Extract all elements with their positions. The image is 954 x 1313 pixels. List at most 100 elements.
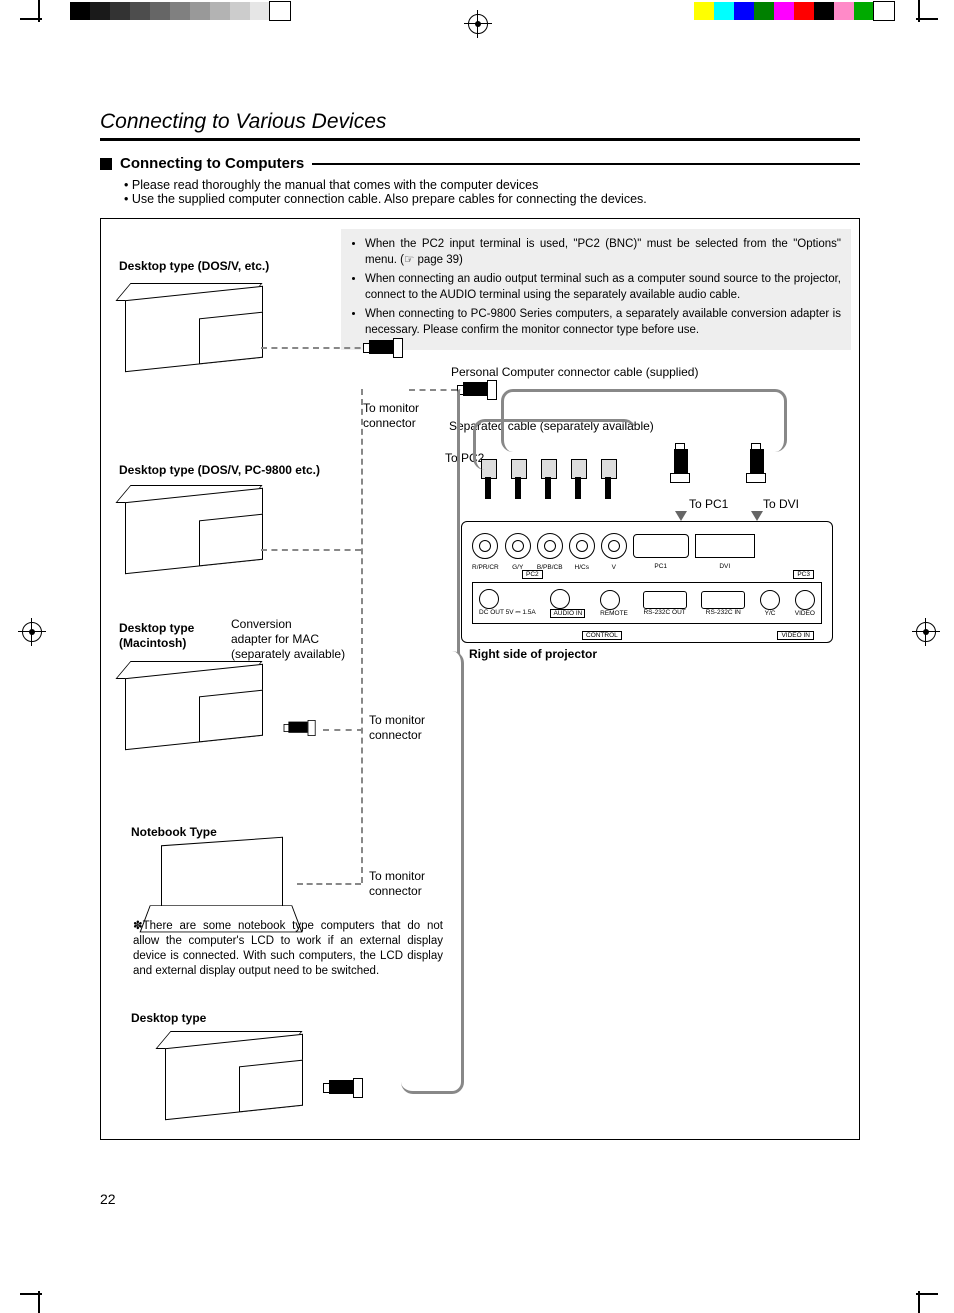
label-notebook: Notebook Type xyxy=(131,825,217,839)
vga-port-icon xyxy=(633,534,689,558)
dashed-cable xyxy=(323,729,363,731)
label-conversion-adapter: adapter for MAC xyxy=(231,632,319,646)
section-heading: Connecting to Computers xyxy=(120,155,304,172)
desktop-computer-icon xyxy=(159,1029,309,1119)
intro-bullet-list: Please read thoroughly the manual that c… xyxy=(124,178,860,206)
audio-jack-icon xyxy=(550,589,570,609)
remote-jack-icon xyxy=(600,590,620,610)
serial-port-icon xyxy=(643,591,687,609)
label-to-monitor: connector xyxy=(363,416,416,430)
color-swatch xyxy=(150,2,170,20)
color-swatch xyxy=(230,2,250,20)
note-box: When the PC2 input terminal is used, "PC… xyxy=(341,229,851,350)
label-conversion-adapter: Conversion xyxy=(231,617,292,631)
desktop-computer-icon xyxy=(119,483,269,573)
arrow-down-icon xyxy=(751,511,763,521)
page-title: Connecting to Various Devices xyxy=(100,110,860,134)
color-swatch xyxy=(70,2,90,20)
port-label: AUDIO IN xyxy=(550,609,585,618)
dashed-cable xyxy=(297,883,361,885)
label-desktop-pc9800: Desktop type (DOS/V, PC-9800 etc.) xyxy=(119,463,320,477)
color-swatch xyxy=(714,2,734,20)
color-swatch xyxy=(270,2,290,20)
crop-mark xyxy=(904,1279,934,1309)
color-swatch xyxy=(250,2,270,20)
desktop-computer-icon xyxy=(119,281,269,371)
svideo-jack-icon xyxy=(760,590,780,610)
port-label: R/PR/CR xyxy=(472,564,499,571)
color-swatch xyxy=(110,2,130,20)
bnc-jack-icon xyxy=(472,533,498,559)
label-desktop-mac: (Macintosh) xyxy=(119,636,186,650)
footnote-text: ✽There are some notebook type computers … xyxy=(133,919,443,979)
note-bullet: When connecting an audio output terminal… xyxy=(365,272,841,303)
color-swatch xyxy=(210,2,230,20)
color-swatch xyxy=(834,2,854,20)
arrow-down-icon xyxy=(675,511,687,521)
bnc-jack-icon xyxy=(505,533,531,559)
port-label: DC OUT 5V ⎓ 1.5A xyxy=(479,609,536,617)
label-to-pc1: To PC1 xyxy=(689,497,728,511)
color-swatch xyxy=(774,2,794,20)
serial-port-icon xyxy=(701,591,745,609)
dashed-cable xyxy=(361,389,363,883)
color-swatch xyxy=(170,2,190,20)
label-right-side: Right side of projector xyxy=(469,647,597,661)
crop-mark xyxy=(904,4,934,34)
port-label: RS-232C OUT xyxy=(643,609,687,616)
projector-rear-panel: R/PR/CR G/Y B/PB/CB H/Cs xyxy=(461,521,833,643)
label-desktop-type: Desktop type xyxy=(131,1011,206,1025)
port-label: Y/C xyxy=(760,610,780,617)
label-desktop-mac: Desktop type xyxy=(119,621,194,635)
port-group-label: VIDEO IN xyxy=(777,631,814,640)
title-rule xyxy=(100,138,860,141)
color-swatch xyxy=(90,2,110,20)
dashed-cable xyxy=(261,347,371,349)
cable-run xyxy=(401,651,464,1094)
port-label: DVI xyxy=(695,563,755,570)
color-swatch xyxy=(814,2,834,20)
intro-bullet: Use the supplied computer connection cab… xyxy=(124,192,860,206)
dashed-cable xyxy=(409,389,457,391)
vga-plug-icon xyxy=(323,1077,369,1099)
port-group-label: PC2 xyxy=(522,570,543,579)
video-jack-icon xyxy=(795,590,815,610)
dvi-port-icon xyxy=(695,534,755,558)
crop-mark xyxy=(24,1279,54,1309)
crop-mark xyxy=(24,4,54,34)
cable-run xyxy=(457,389,464,655)
note-bullet: When connecting to PC-9800 Series comput… xyxy=(365,307,841,338)
dc-out-icon xyxy=(479,589,499,609)
color-swatch xyxy=(130,2,150,20)
color-swatch xyxy=(794,2,814,20)
diagram-frame: When the PC2 input terminal is used, "PC… xyxy=(100,218,860,1140)
bnc-jack-icon xyxy=(601,533,627,559)
registration-target-icon xyxy=(22,622,42,642)
color-bar-grayscale xyxy=(70,2,290,20)
color-swatch xyxy=(854,2,874,20)
vga-plug-icon xyxy=(363,337,409,359)
intro-bullet: Please read thoroughly the manual that c… xyxy=(124,178,860,192)
page-number: 22 xyxy=(100,1191,116,1207)
port-group-label: CONTROL xyxy=(582,631,622,640)
color-swatch xyxy=(754,2,774,20)
bnc-jack-icon xyxy=(537,533,563,559)
bnc-jack-icon xyxy=(569,533,595,559)
note-bullet: When the PC2 input terminal is used, "PC… xyxy=(365,237,841,268)
color-swatch xyxy=(734,2,754,20)
color-swatch xyxy=(874,2,894,20)
port-group-label: PC3 xyxy=(793,570,814,579)
color-swatch xyxy=(190,2,210,20)
port-label: RS-232C IN xyxy=(701,609,745,616)
port-label: VIDEO xyxy=(795,610,815,617)
label-to-dvi: To DVI xyxy=(763,497,799,511)
section-marker-icon xyxy=(100,158,112,170)
label-desktop-dosv: Desktop type (DOS/V, etc.) xyxy=(119,259,269,273)
color-bar-color xyxy=(694,2,894,20)
color-swatch xyxy=(694,2,714,20)
label-to-monitor: To monitor xyxy=(363,401,419,415)
registration-target-icon xyxy=(916,622,936,642)
dashed-cable xyxy=(261,549,361,551)
port-label: V xyxy=(601,564,627,571)
section-rule xyxy=(312,163,860,165)
